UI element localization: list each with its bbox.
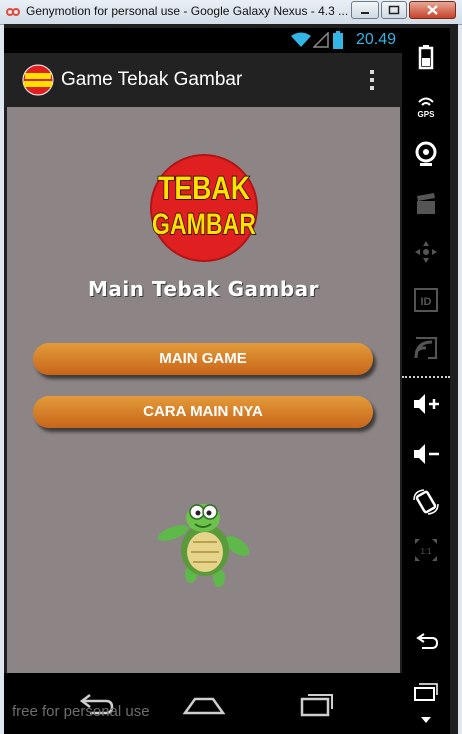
dpad-icon[interactable] xyxy=(412,238,440,266)
webcam-icon[interactable] xyxy=(412,140,440,168)
back-tool-icon[interactable] xyxy=(412,628,440,656)
app-logo-icon[interactable] xyxy=(22,64,54,96)
maximize-icon xyxy=(388,5,400,15)
window-title: Genymotion for personal use - Google Gal… xyxy=(26,4,349,18)
rotate-icon[interactable] xyxy=(412,488,440,516)
turtle-mascot-image xyxy=(157,504,250,587)
minimize-icon xyxy=(361,12,369,14)
logo-line2: GAMBAR xyxy=(152,208,256,241)
close-button[interactable] xyxy=(409,1,456,19)
app-content: TEBAK GAMBAR Main Tebak Gambar MAIN GAME… xyxy=(7,107,400,673)
scale-label: 1:1 xyxy=(420,547,432,556)
status-bar: 20.49 xyxy=(4,28,402,53)
signal-icon xyxy=(313,32,329,48)
pixel-perfect-icon[interactable]: 1:1 xyxy=(412,536,440,564)
device-id-icon[interactable]: ID xyxy=(412,286,440,314)
volume-up-icon[interactable] xyxy=(412,390,440,418)
overflow-menu-button[interactable] xyxy=(362,65,382,95)
close-icon xyxy=(427,5,438,15)
cast-icon[interactable] xyxy=(412,334,440,362)
battery-tool-icon[interactable] xyxy=(412,42,440,70)
emulator-toolbar: GPS ID 1:1 xyxy=(402,28,450,734)
gps-icon[interactable]: GPS xyxy=(412,92,440,120)
main-game-button[interactable]: MAIN GAME xyxy=(33,343,373,375)
page-heading: Main Tebak Gambar xyxy=(87,277,319,301)
minimize-button[interactable] xyxy=(351,1,379,19)
chevron-down-icon[interactable] xyxy=(420,716,432,724)
status-clock: 20.49 xyxy=(355,31,396,48)
wifi-icon xyxy=(291,32,311,47)
app-title: Game Tebak Gambar xyxy=(61,69,243,90)
action-bar: Game Tebak Gambar xyxy=(4,53,402,107)
logo-line1: TEBAK xyxy=(158,170,250,206)
watermark-text: free for personal use xyxy=(12,703,150,720)
genymotion-icon xyxy=(6,8,20,16)
screencast-icon[interactable] xyxy=(412,190,440,218)
id-label: ID xyxy=(421,296,432,308)
volume-down-icon[interactable] xyxy=(412,440,440,468)
maximize-button[interactable] xyxy=(381,1,407,19)
window-titlebar: Genymotion for personal use - Google Gal… xyxy=(0,0,462,25)
recent-apps-icon[interactable] xyxy=(290,685,340,719)
how-to-play-button[interactable]: CARA MAIN NYA xyxy=(33,396,373,428)
battery-icon xyxy=(333,31,343,49)
recent-apps-tool-icon[interactable] xyxy=(412,678,440,706)
gps-label: GPS xyxy=(418,110,436,119)
tebak-gambar-logo: TEBAK GAMBAR xyxy=(150,154,258,262)
home-icon[interactable] xyxy=(179,685,229,719)
toolbar-divider xyxy=(402,376,450,378)
